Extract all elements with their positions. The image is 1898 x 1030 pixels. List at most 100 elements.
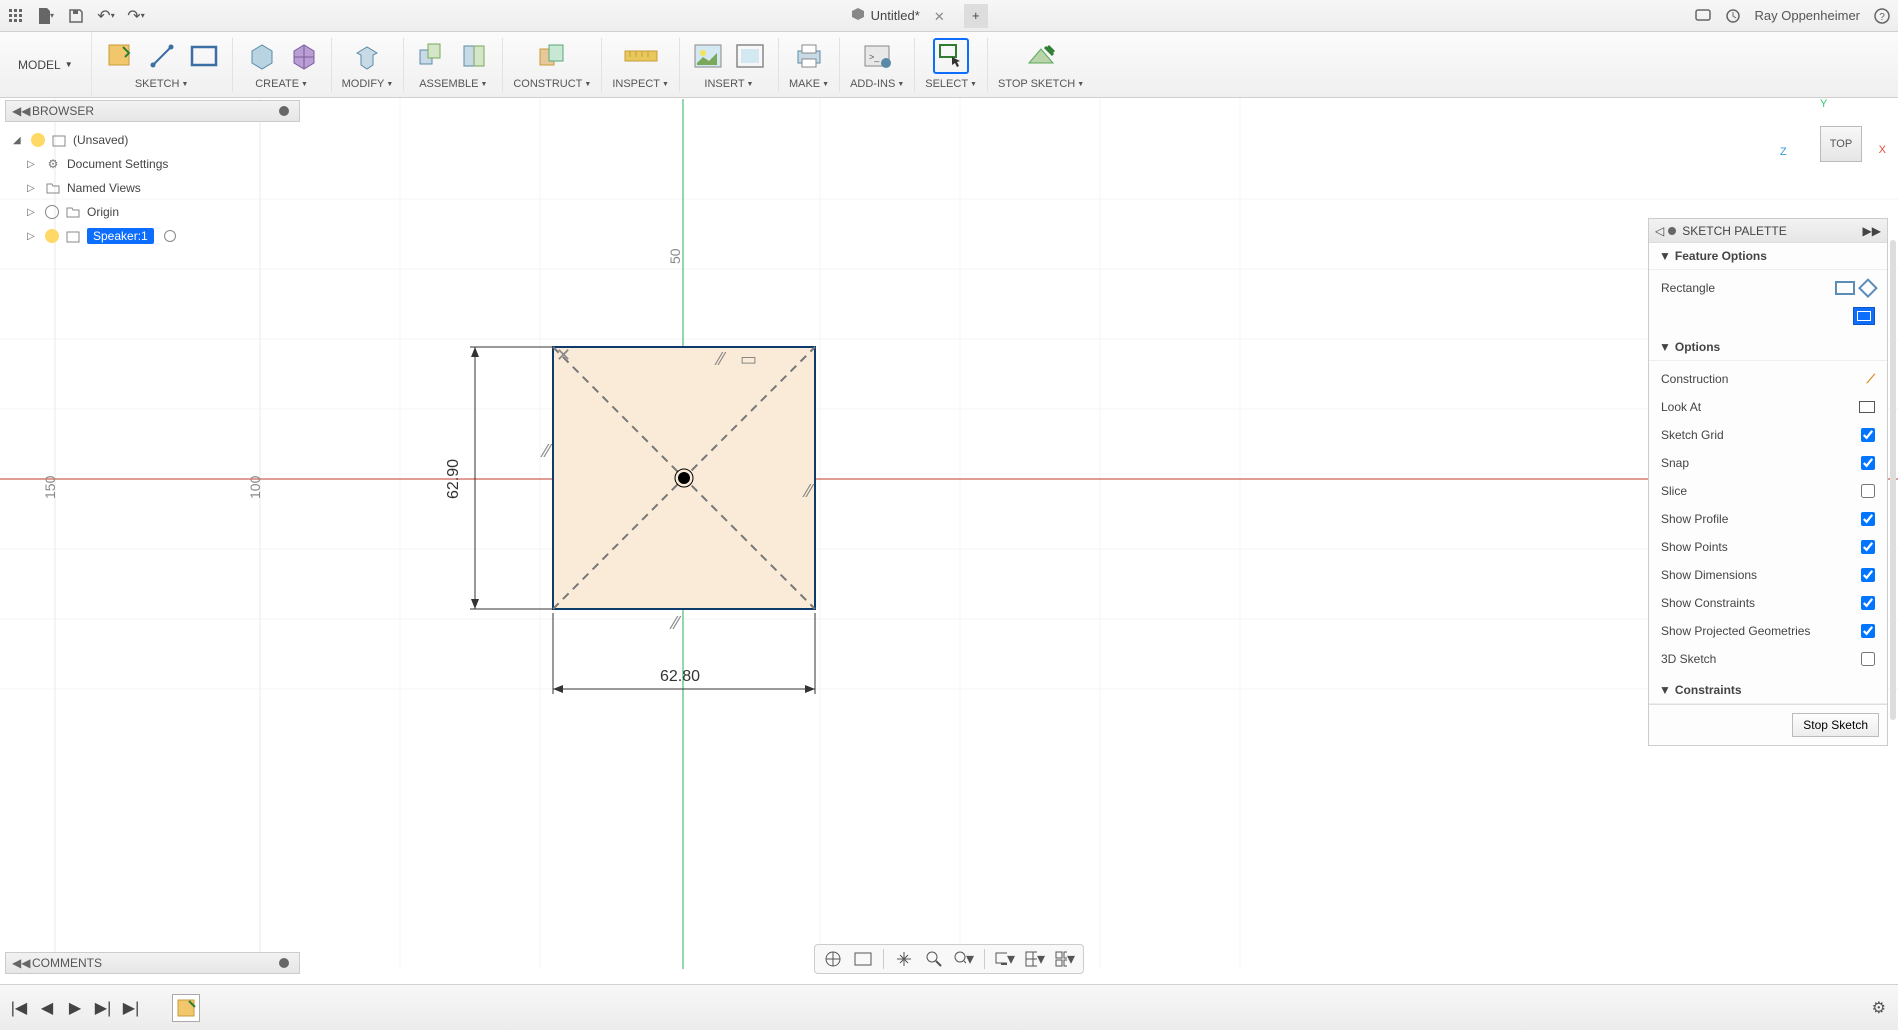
activate-radio[interactable] [164,230,176,242]
rectangle-tool-icon[interactable] [186,38,222,74]
pin-icon[interactable] [279,106,289,116]
apps-grid-icon[interactable] [8,8,24,24]
tree-root[interactable]: ◢ (Unsaved) [9,128,296,152]
bulb-icon[interactable] [45,229,59,243]
pan-icon[interactable] [894,949,914,969]
look-at-nav-icon[interactable] [853,949,873,969]
ribbon-label-sketch[interactable]: SKETCH▼ [135,78,189,90]
joint-icon[interactable] [414,38,450,74]
stop-sketch-button[interactable]: Stop Sketch [1792,713,1879,737]
tree-item-doc-settings[interactable]: ▷ ⚙ Document Settings [9,152,296,176]
help-icon[interactable]: ? [1874,8,1890,24]
ribbon-label-inspect[interactable]: INSPECT▼ [612,78,669,90]
sketch-create-icon[interactable] [102,38,138,74]
expand-icon[interactable]: ▷ [27,183,39,194]
tree-item-origin[interactable]: ▷ Origin [9,200,296,224]
ribbon-label-stop-sketch[interactable]: STOP SKETCH▼ [998,78,1084,90]
zoom-window-icon[interactable]: ▾ [954,949,974,969]
ribbon-label-select[interactable]: SELECT▼ [925,78,977,90]
pin-dot-icon[interactable] [1668,227,1676,235]
pin-icon[interactable] [279,958,289,968]
view-cube-face[interactable]: TOP [1820,126,1862,162]
expand-icon[interactable]: ◢ [13,135,25,146]
timeline-prev-icon[interactable]: ◀ [38,999,56,1017]
grid-settings-icon[interactable]: ▾ [1025,949,1045,969]
orbit-icon[interactable] [823,949,843,969]
browser-header[interactable]: ◀◀ BROWSER [5,100,300,122]
redo-icon[interactable]: ↷▾ [128,8,144,24]
zoom-icon[interactable] [924,949,944,969]
ribbon-label-insert[interactable]: INSERT▼ [704,78,753,90]
chk-show-points[interactable] [1861,540,1875,554]
print-icon[interactable] [791,38,827,74]
rect-type-2-icon[interactable] [1858,278,1878,298]
collapse-icon[interactable]: ◀◀ [12,956,26,970]
dimension-height[interactable]: 62.90 [445,347,553,609]
chk-show-constraints[interactable] [1861,596,1875,610]
save-icon[interactable] [68,8,84,24]
center-point[interactable] [678,472,690,484]
view-cube[interactable]: Y X Z TOP [1798,116,1868,186]
collapse-icon[interactable]: ◀◀ [12,104,26,118]
chk-snap[interactable] [1861,456,1875,470]
chk-slice[interactable] [1861,484,1875,498]
ribbon-label-construct[interactable]: CONSTRUCT▼ [513,78,591,90]
close-tab-icon[interactable]: ✕ [934,9,948,23]
timeline-sketch-feature[interactable] [172,994,200,1022]
bulb-off-icon[interactable] [45,205,59,219]
undo-icon[interactable]: ↶▾ [98,8,114,24]
new-file-icon[interactable]: ▾ [38,8,54,24]
plane-icon[interactable] [534,38,570,74]
ribbon-label-addins[interactable]: ADD-INS▼ [850,78,904,90]
dimension-width[interactable]: 62.80 [553,613,815,694]
expand-icon[interactable]: ▷ [27,231,39,242]
chk-sketch-grid[interactable] [1861,428,1875,442]
look-at-icon[interactable] [1835,401,1875,413]
form-icon[interactable] [285,38,321,74]
timeline-end-icon[interactable]: ▶| [122,999,140,1017]
chk-show-dimensions[interactable] [1861,568,1875,582]
box-icon[interactable] [243,38,279,74]
comment-icon[interactable] [1695,8,1711,24]
timeline-next-icon[interactable]: ▶| [94,999,112,1017]
select-icon[interactable] [933,38,969,74]
chk-3d-sketch[interactable] [1861,652,1875,666]
dock-left-icon[interactable]: ◁ [1655,224,1664,238]
script-icon[interactable]: >_ [859,38,895,74]
construction-toggle-icon[interactable]: ⟋ [1835,372,1875,387]
comments-bar[interactable]: ◀◀ COMMENTS [5,952,300,974]
chk-show-projected[interactable] [1861,624,1875,638]
tree-item-speaker[interactable]: ▷ Speaker:1 [9,224,296,248]
palette-title-bar[interactable]: ◁ SKETCH PALETTE ▶▶ [1649,219,1887,243]
as-built-joint-icon[interactable] [456,38,492,74]
decal-icon[interactable] [690,38,726,74]
rect-type-1-icon[interactable] [1835,281,1855,295]
canvas-icon[interactable] [732,38,768,74]
viewport-settings-icon[interactable]: ▾ [1055,949,1075,969]
expand-icon[interactable]: ▷ [27,159,39,170]
chk-show-profile[interactable] [1861,512,1875,526]
measure-icon[interactable] [623,38,659,74]
stop-sketch-icon[interactable] [1023,38,1059,74]
tree-item-named-views[interactable]: ▷ Named Views [9,176,296,200]
user-name[interactable]: Ray Oppenheimer [1755,8,1861,23]
timeline-start-icon[interactable]: |◀ [10,999,28,1017]
line-tool-icon[interactable] [144,38,180,74]
workspace-dropdown[interactable]: MODEL▼ [0,32,92,97]
section-options[interactable]: ▼ Options [1649,334,1887,361]
bulb-icon[interactable] [31,133,45,147]
ribbon-label-make[interactable]: MAKE▼ [789,78,829,90]
rect-type-3-icon[interactable] [1853,307,1875,325]
press-pull-icon[interactable] [349,38,385,74]
ribbon-label-assemble[interactable]: ASSEMBLE▼ [419,78,487,90]
display-settings-icon[interactable]: ▾ [995,949,1015,969]
ribbon-label-create[interactable]: CREATE▼ [255,78,308,90]
timeline-settings-icon[interactable]: ⚙ [1872,998,1886,1018]
clock-icon[interactable] [1725,8,1741,24]
expand-icon[interactable]: ▷ [27,207,39,218]
palette-scrollbar[interactable] [1890,240,1896,720]
section-constraints[interactable]: ▼ Constraints [1649,677,1887,704]
ribbon-label-modify[interactable]: MODIFY▼ [342,78,394,90]
timeline-play-icon[interactable]: ▶ [66,999,84,1017]
new-tab-button[interactable]: + [964,4,988,28]
